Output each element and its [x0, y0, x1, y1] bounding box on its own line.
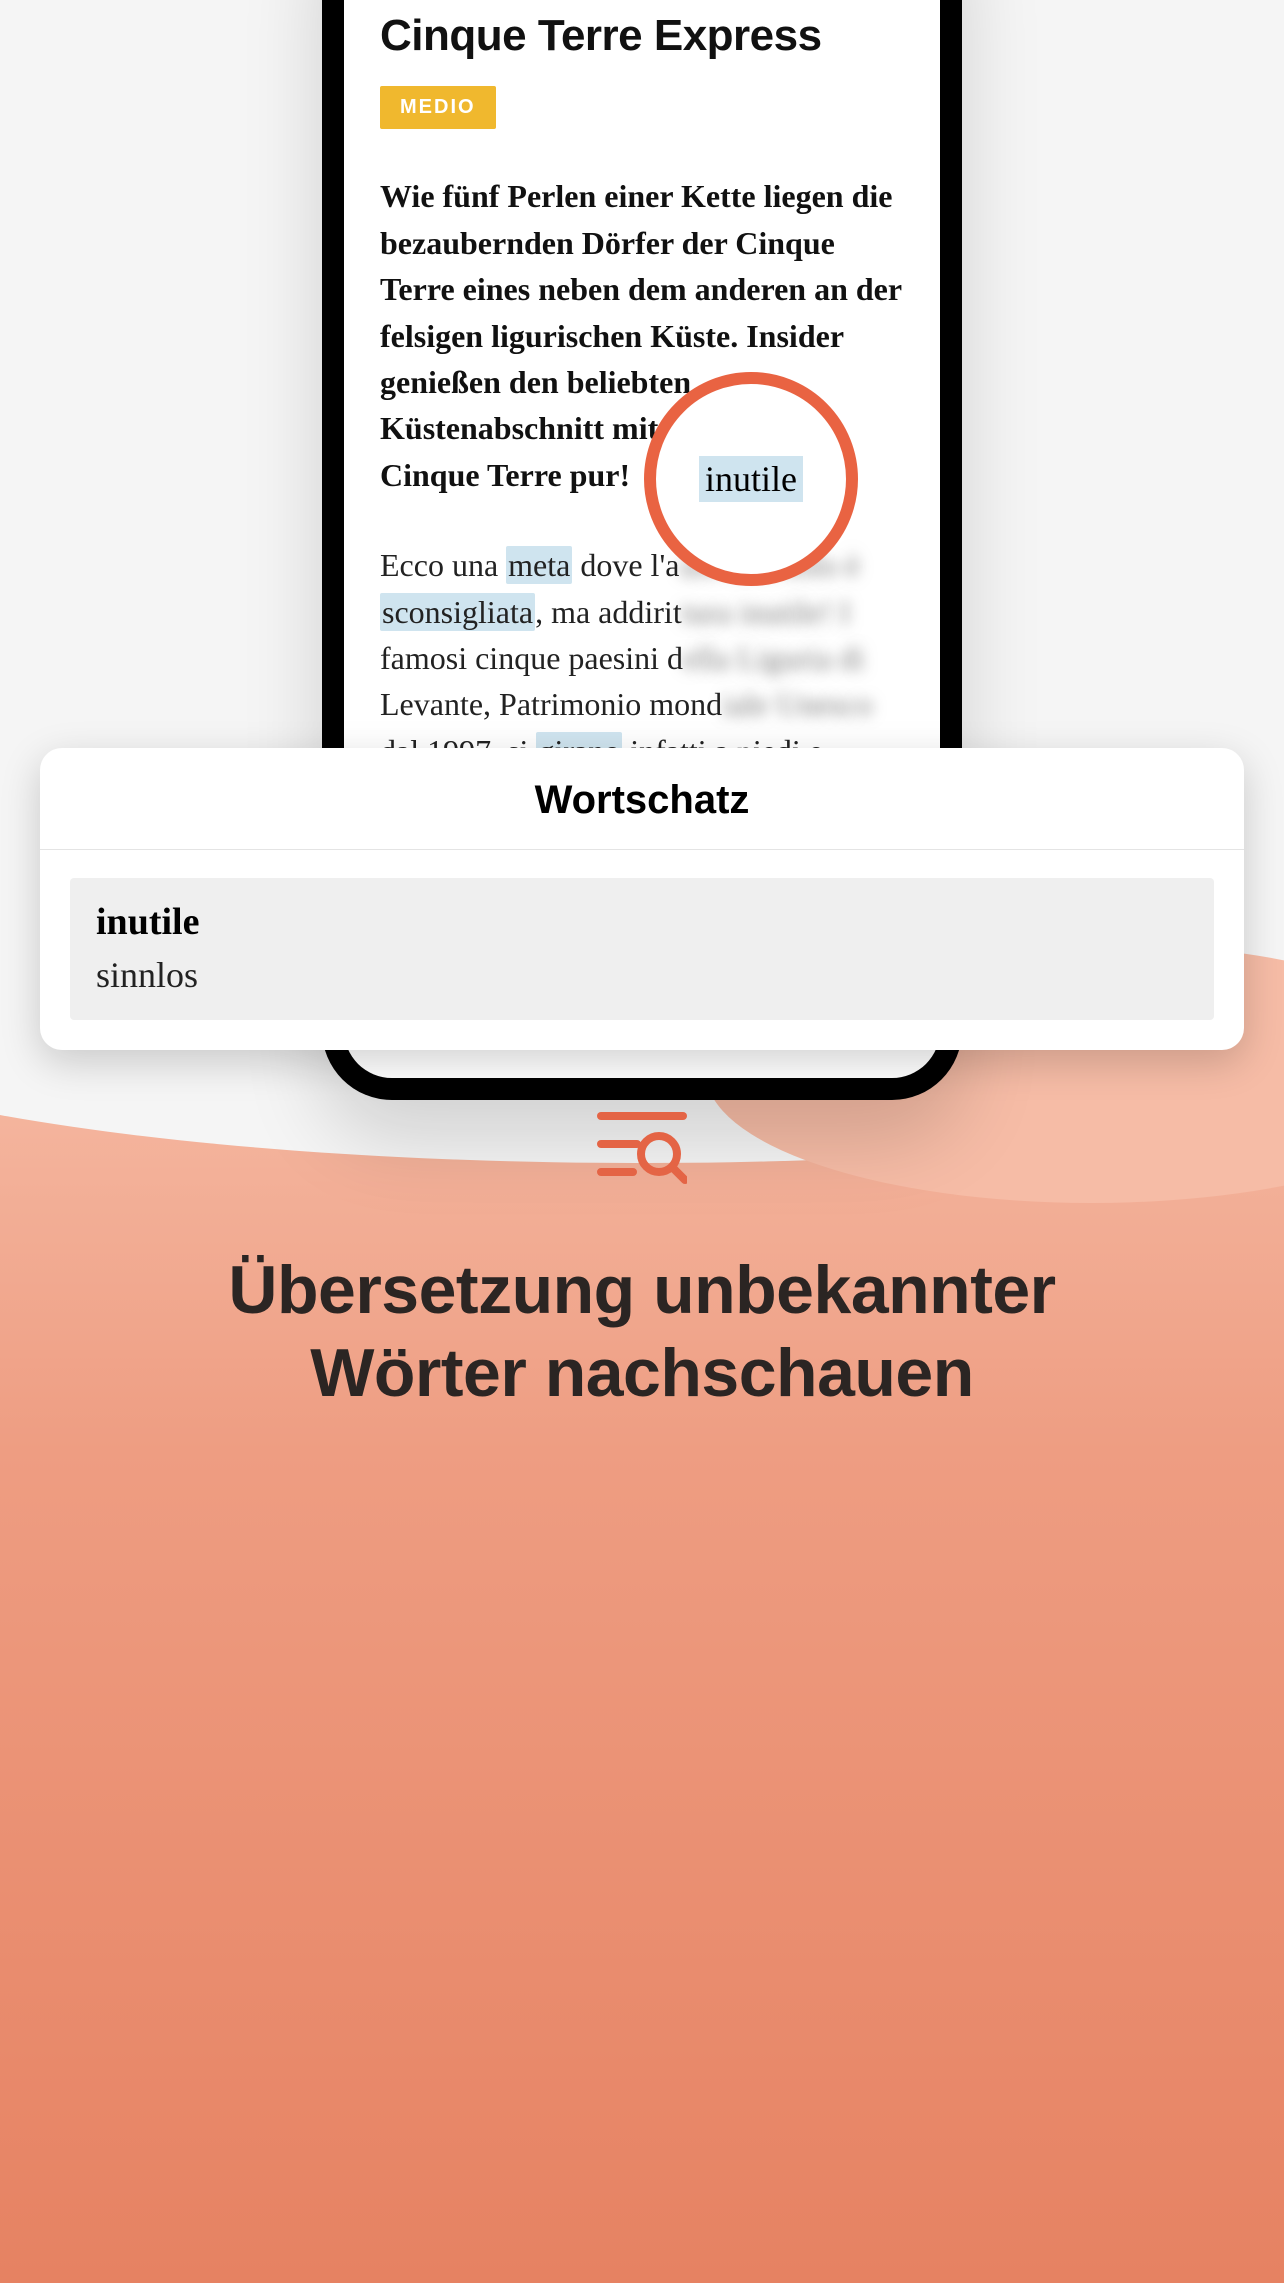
vocabulary-entry[interactable]: inutile sinnlos — [70, 878, 1214, 1020]
vocabulary-popup-body: inutile sinnlos — [40, 850, 1244, 1050]
magnifier-circle: inutile — [644, 372, 858, 586]
blurred-text: ella Liguria di — [683, 640, 864, 676]
difficulty-badge: MEDIO — [380, 86, 496, 129]
vocabulary-popup-title: Wortschatz — [40, 748, 1244, 850]
blurred-text: tura inutile! I — [682, 594, 851, 630]
promo-line-2: Wörter nachschauen — [310, 1335, 974, 1411]
highlighted-word-sconsigliata[interactable]: sconsigliata — [380, 593, 535, 631]
promo-section: Übersetzung unbekannter Wörter nachschau… — [0, 1110, 1284, 1415]
body-text-fragment: Ecco una — [380, 547, 506, 583]
magnifier-word: inutile — [699, 456, 803, 502]
body-text-fragment: famosi cinque paesini d — [380, 640, 683, 676]
blurred-text: iale Unesco — [722, 686, 872, 722]
vocabulary-term: inutile — [96, 900, 1188, 944]
vocabulary-popup[interactable]: Wortschatz inutile sinnlos — [40, 748, 1244, 1050]
body-text-fragment: , ma addirit — [535, 594, 682, 630]
list-search-icon — [597, 1110, 687, 1189]
body-text-fragment: dove l'a — [572, 547, 679, 583]
body-text-fragment: Levante, Patrimonio mond — [380, 686, 722, 722]
article-title: Cinque Terre Express — [380, 12, 904, 60]
promo-headline: Übersetzung unbekannter Wörter nachschau… — [0, 1249, 1284, 1415]
vocabulary-definition: sinnlos — [96, 954, 1188, 996]
highlighted-word-meta[interactable]: meta — [506, 546, 572, 584]
promo-line-1: Übersetzung unbekannter — [228, 1252, 1055, 1328]
article-body[interactable]: Ecco una meta dove l'auto non solo è sco… — [380, 542, 904, 774]
